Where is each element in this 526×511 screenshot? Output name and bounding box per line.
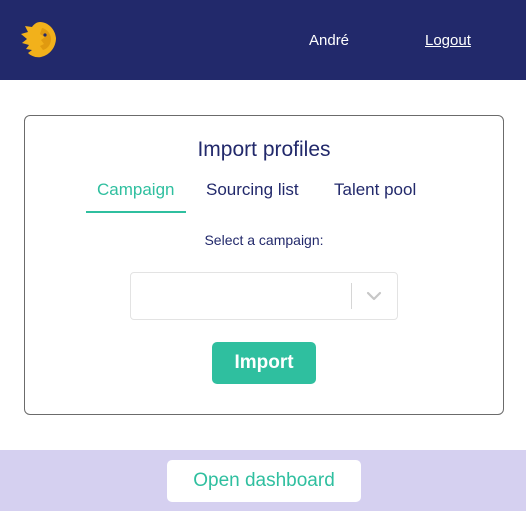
tab-talent-pool[interactable]: Talent pool bbox=[334, 180, 416, 200]
chevron-down-icon[interactable] bbox=[366, 289, 382, 303]
top-header: André Logout bbox=[0, 0, 526, 80]
card-title: Import profiles bbox=[197, 138, 331, 161]
import-button[interactable]: Import bbox=[212, 342, 316, 384]
open-dashboard-button[interactable]: Open dashboard bbox=[167, 460, 361, 502]
user-name: André bbox=[309, 32, 350, 49]
tab-campaign[interactable]: Campaign bbox=[97, 180, 175, 200]
select-separator bbox=[351, 283, 352, 309]
logout-link[interactable]: Logout bbox=[425, 32, 471, 49]
select-campaign-label: Select a campaign: bbox=[204, 232, 324, 248]
active-tab-indicator bbox=[86, 211, 186, 213]
tab-sourcing-list[interactable]: Sourcing list bbox=[206, 180, 299, 200]
import-profiles-card: Import profiles Campaign Sourcing list T… bbox=[24, 115, 504, 415]
lion-head-icon[interactable] bbox=[18, 19, 58, 59]
footer-bar: Open dashboard bbox=[0, 450, 526, 511]
campaign-select[interactable] bbox=[130, 272, 398, 320]
